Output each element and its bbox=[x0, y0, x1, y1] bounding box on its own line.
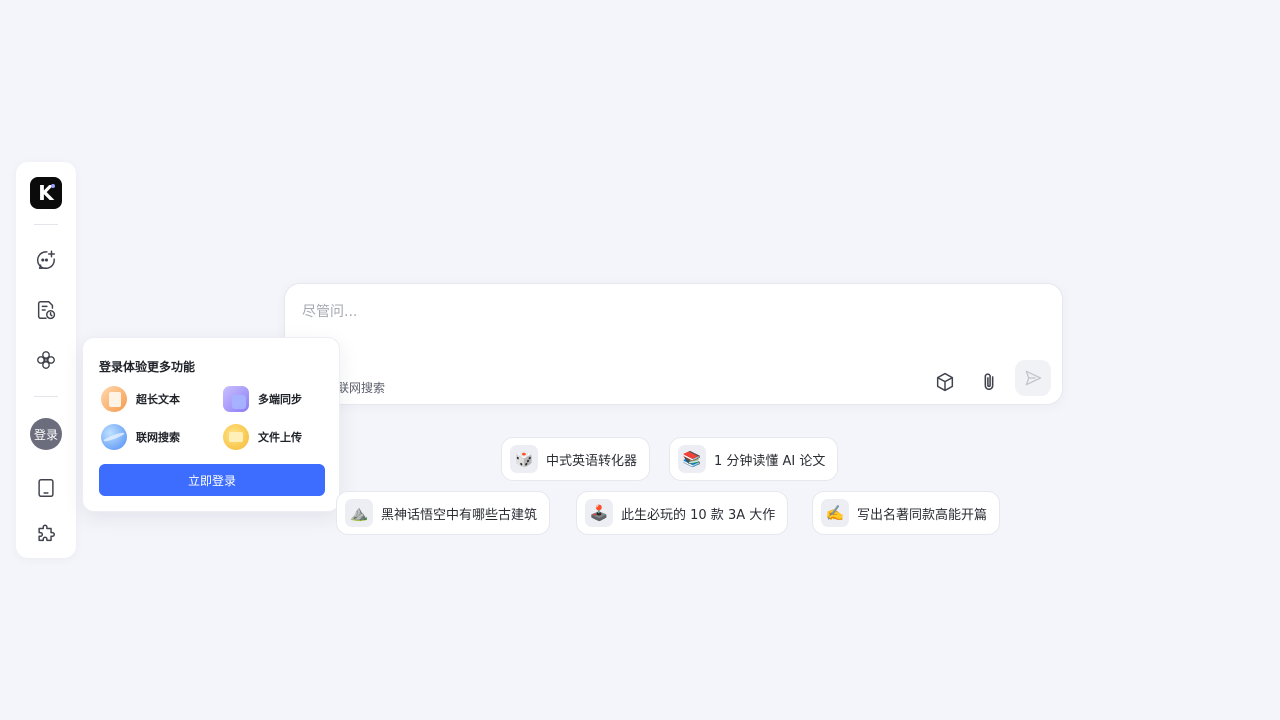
suggestion-chip[interactable]: ✍️ 写出名著同款高能开篇 bbox=[812, 491, 1001, 535]
sidebar: K 登录 bbox=[16, 162, 76, 558]
feature-long-text: 超长文本 bbox=[101, 386, 180, 412]
plugin-icon[interactable] bbox=[32, 520, 60, 548]
feature-label: 联网搜索 bbox=[136, 431, 180, 444]
cube-icon[interactable] bbox=[927, 364, 963, 400]
joystick-icon: 🕹️ bbox=[585, 499, 613, 527]
app-logo[interactable]: K bbox=[30, 177, 62, 209]
popover-title: 登录体验更多功能 bbox=[99, 360, 196, 374]
explore-icon[interactable] bbox=[32, 346, 60, 374]
login-avatar-label: 登录 bbox=[33, 427, 58, 442]
tablet-icon[interactable] bbox=[32, 474, 60, 502]
suggestion-chip[interactable]: ⛰️ 黑神话悟空中有哪些古建筑 bbox=[336, 491, 551, 535]
globe-icon bbox=[101, 424, 127, 450]
attachment-icon[interactable] bbox=[971, 364, 1007, 400]
folder-icon bbox=[223, 424, 249, 450]
login-avatar-button[interactable]: 登录 bbox=[30, 418, 62, 450]
feature-web-search: 联网搜索 bbox=[101, 424, 180, 450]
suggestion-text: 此生必玩的 10 款 3A 大作 bbox=[621, 507, 776, 523]
suggestion-chip[interactable]: 📚 1 分钟读懂 AI 论文 bbox=[669, 437, 839, 481]
feature-label: 文件上传 bbox=[258, 431, 302, 444]
chat-input-box[interactable]: 尽管问... 联网搜索 bbox=[284, 283, 1063, 405]
suggestion-chip[interactable]: 🎲 中式英语转化器 bbox=[501, 437, 651, 481]
suggestion-text: 写出名著同款高能开篇 bbox=[857, 507, 988, 523]
sidebar-divider bbox=[34, 224, 58, 225]
chat-input-placeholder[interactable]: 尽管问... bbox=[302, 301, 357, 321]
suggestion-text: 中式英语转化器 bbox=[546, 453, 638, 469]
logo-dot bbox=[51, 184, 55, 188]
feature-sync: 多端同步 bbox=[223, 386, 302, 412]
suggestion-text: 1 分钟读懂 AI 论文 bbox=[714, 453, 826, 469]
send-button[interactable] bbox=[1015, 360, 1051, 396]
sync-icon bbox=[223, 386, 249, 412]
login-popover: 登录体验更多功能 超长文本 多端同步 联网搜索 文件上传 立即登录 bbox=[82, 337, 340, 512]
mountain-icon: ⛰️ bbox=[345, 499, 373, 527]
sidebar-divider bbox=[34, 396, 58, 397]
login-now-button[interactable]: 立即登录 bbox=[99, 464, 325, 496]
books-icon: 📚 bbox=[678, 445, 706, 473]
history-icon[interactable] bbox=[32, 296, 60, 324]
suggestion-chip[interactable]: 🕹️ 此生必玩的 10 款 3A 大作 bbox=[576, 491, 789, 535]
suggestion-text: 黑神话悟空中有哪些古建筑 bbox=[381, 507, 538, 523]
feature-label: 多端同步 bbox=[258, 393, 302, 406]
web-search-toggle[interactable]: 联网搜索 bbox=[337, 379, 385, 396]
new-chat-icon[interactable] bbox=[32, 246, 60, 274]
feature-file-upload: 文件上传 bbox=[223, 424, 302, 450]
dice-icon: 🎲 bbox=[510, 445, 538, 473]
send-icon bbox=[1025, 370, 1042, 386]
writing-hand-icon: ✍️ bbox=[821, 499, 849, 527]
long-text-icon bbox=[101, 386, 127, 412]
feature-label: 超长文本 bbox=[136, 393, 180, 406]
